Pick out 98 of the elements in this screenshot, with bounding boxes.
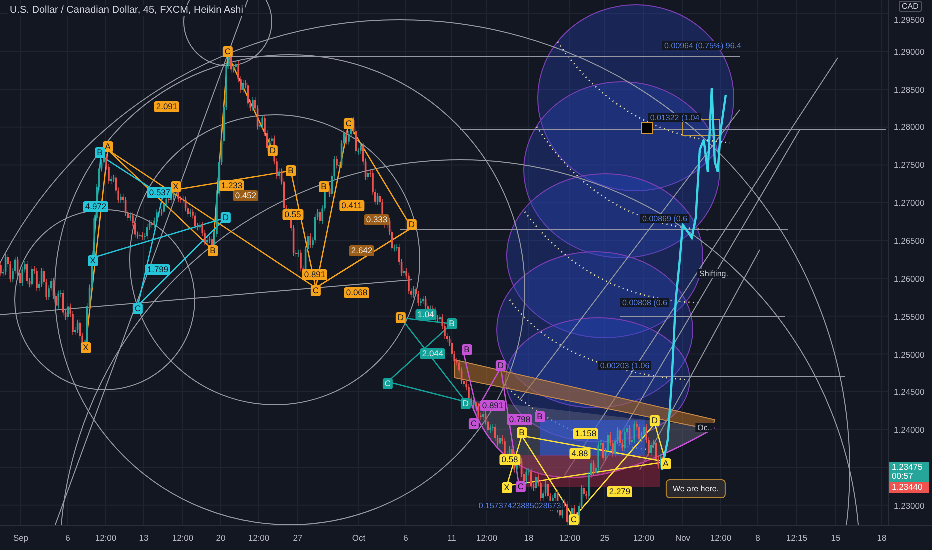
pattern-label: C (310, 286, 322, 296)
pattern-label: D (396, 312, 406, 324)
pattern-label: C (568, 514, 580, 525)
time-tick: 12:00 (248, 533, 270, 543)
pattern-label: 4.88 (570, 448, 590, 460)
time-tick: 20 (216, 533, 226, 543)
time-tick: 15 (831, 533, 841, 543)
pattern-label: 0.58 (500, 454, 520, 466)
time-tick: 11 (448, 533, 456, 543)
price-tick: 1.27000 (894, 198, 925, 208)
measure-label: 0.00203 (1.06 (598, 362, 652, 370)
pattern-label: 0.068 (344, 288, 370, 298)
pattern-label: 1.233 (219, 180, 245, 192)
pattern-label: 1.04 (416, 310, 436, 320)
pattern-label: 1.799 (145, 264, 171, 276)
pattern-label: B (208, 246, 218, 256)
measure-label: 0.01322 (1.04 (648, 114, 702, 122)
pattern-label: C (382, 378, 394, 390)
price-tick: 1.26500 (894, 236, 925, 246)
time-tick: 12:00 (95, 533, 117, 543)
time-tick: 12:00 (710, 533, 732, 543)
time-tick: 18 (524, 533, 534, 543)
price-tick: 1.24000 (894, 425, 925, 435)
pattern-label: D (220, 212, 232, 224)
pattern-label: A (103, 142, 113, 152)
pattern-label: 0.537 (147, 188, 173, 198)
last-price-badge: 1.23475 00:57 (889, 462, 929, 482)
time-tick: 13 (139, 533, 149, 543)
time-tick: 12:00 (476, 533, 498, 543)
time-tick: Sep (13, 533, 29, 543)
callout-note: We are here. (666, 480, 726, 498)
price-tick: 1.27500 (894, 160, 925, 170)
price-tick: 1.28000 (894, 122, 925, 132)
note-text: Shifting. (698, 270, 730, 278)
price-tick: 1.29500 (894, 15, 925, 25)
time-tick: 12:00 (559, 533, 581, 543)
pattern-label: D (268, 146, 278, 156)
pattern-label: 0.798 (507, 414, 533, 426)
pattern-label: D (650, 416, 660, 426)
measure-label: 0.00808 (0.6 (620, 298, 670, 308)
pattern-label: B (517, 428, 527, 438)
pattern-label: X (88, 256, 98, 266)
pattern-label: D (496, 360, 506, 372)
time-tick: 12:15 (786, 533, 808, 543)
pattern-label: C (468, 418, 480, 430)
time-tick: 12:00 (633, 533, 655, 543)
pattern-label: 0.333 (364, 214, 390, 226)
pattern-label: 2.044 (420, 348, 446, 360)
price-tick: 1.26000 (894, 274, 925, 284)
price-tick: 1.25000 (894, 350, 925, 360)
pattern-label: B (535, 412, 545, 422)
pattern-label: 2.279 (607, 486, 633, 498)
pattern-label: B (319, 182, 329, 192)
pattern-label: 0.55 (282, 210, 304, 220)
price-tick: 1.23000 (894, 501, 925, 511)
pattern-label: X (81, 342, 91, 354)
currency-label: CAD (899, 1, 922, 12)
time-tick: 6 (404, 533, 408, 543)
price-tick: 1.28500 (894, 85, 925, 95)
pattern-label: X (502, 482, 512, 494)
time-tick: 25 (600, 533, 610, 543)
pattern-label: 2.642 (349, 246, 375, 256)
time-tick: 18 (877, 533, 887, 543)
price-tick: 1.29000 (894, 47, 925, 57)
pattern-label: 0.411 (340, 200, 364, 212)
pattern-label: B (95, 148, 105, 158)
note-text: Oc.. (696, 424, 714, 432)
pattern-label: B (286, 166, 296, 176)
pattern-label: C (344, 118, 354, 130)
pattern-label: X (171, 182, 181, 192)
time-tick: Oct (352, 533, 366, 543)
pattern-label: B (462, 344, 472, 356)
pattern-label: D (406, 220, 418, 230)
time-tick: 12:00 (172, 533, 194, 543)
time-tick: 27 (293, 533, 303, 543)
time-tick: 8 (756, 533, 760, 543)
pattern-label: B (447, 318, 457, 330)
pattern-label: 0.891 (302, 270, 328, 280)
pattern-label: C (132, 304, 144, 314)
pattern-label: 0.891 (480, 400, 506, 412)
pattern-label: C (516, 482, 526, 492)
pattern-label: D (460, 398, 472, 410)
pattern-label: 4.972 (83, 202, 109, 212)
time-tick: Nov (675, 533, 691, 543)
price-tick: 1.24500 (894, 387, 925, 397)
measure-label: 0.00869 (0.6 (640, 214, 690, 224)
bid-price-badge: 1.23440 (889, 482, 929, 493)
pattern-label: 0.452 (233, 190, 259, 202)
measure-label: 0.00964 (0.75%) 96.4 (662, 42, 744, 50)
square-marker-icon (641, 122, 653, 134)
pattern-label: A (661, 458, 671, 470)
pattern-label: 2.091 (154, 102, 180, 112)
price-tick: 1.25500 (894, 312, 925, 322)
measure-label: 0.15737423885028673 (476, 502, 564, 510)
chart-title: U.S. Dollar / Canadian Dollar, 45, FXCM, Heikin Ashi (8, 5, 246, 16)
pattern-label: 1.158 (573, 428, 599, 440)
pattern-label: C (222, 46, 234, 58)
time-tick: 6 (66, 533, 70, 543)
